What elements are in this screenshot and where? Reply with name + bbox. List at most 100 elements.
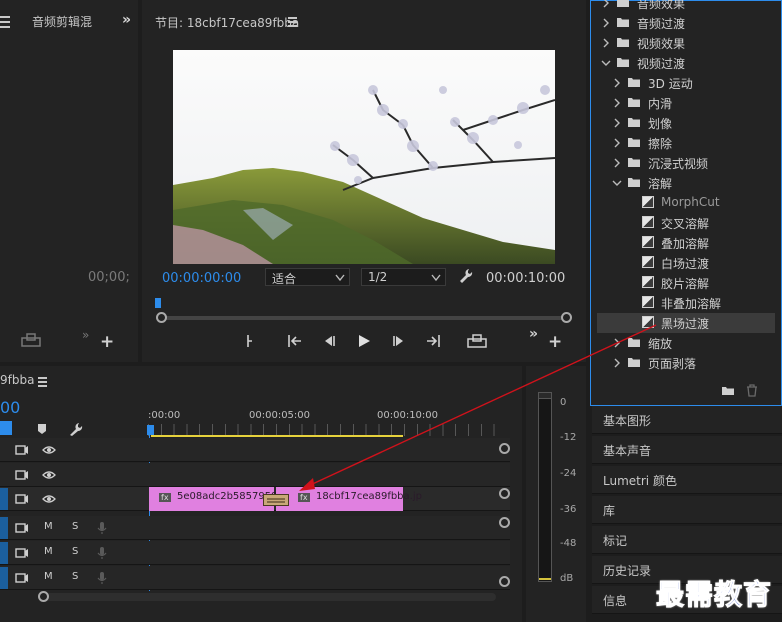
effects-folder[interactable]: 内滑 [591, 93, 775, 113]
chevron-down-icon[interactable] [601, 57, 611, 69]
zoom-bar[interactable] [160, 316, 568, 320]
effects-folder[interactable]: 音频过渡 [591, 13, 775, 33]
go-to-in-icon[interactable] [287, 334, 303, 351]
chevron-right-icon[interactable] [612, 337, 622, 349]
button-editor-icon[interactable]: » [529, 326, 538, 342]
mute-button[interactable]: M [44, 521, 53, 532]
panel-menu-icon[interactable] [38, 377, 47, 387]
effect-item[interactable]: 胶片溶解 [591, 273, 775, 293]
sync-lock-icon[interactable] [15, 572, 29, 584]
track-target-indicator[interactable] [0, 567, 8, 589]
solo-button[interactable]: S [72, 571, 78, 582]
chevron-right-icon[interactable] [612, 97, 622, 109]
effects-folder[interactable]: 沉浸式视频 [591, 153, 775, 173]
export-frame-icon[interactable] [466, 333, 488, 352]
program-current-timecode[interactable]: 00:00:00:00 [162, 271, 241, 286]
program-monitor-title[interactable]: 节目: 18cbf17cea89fbba [155, 14, 299, 31]
panel-libraries[interactable]: 库 [592, 496, 782, 524]
effect-item[interactable]: 非叠加溶解 [591, 293, 775, 313]
timeline-tab[interactable]: 9fbba [0, 373, 34, 387]
microphone-icon[interactable] [97, 521, 107, 535]
panel-menu-icon[interactable] [288, 17, 297, 27]
sync-lock-icon[interactable] [15, 522, 29, 534]
wrench-icon[interactable] [459, 268, 473, 287]
effects-folder[interactable]: 缩放 [591, 333, 775, 353]
effect-item[interactable]: 黑场过渡 [597, 313, 775, 333]
step-back-icon[interactable] [322, 335, 336, 350]
work-area-bar[interactable] [151, 435, 403, 437]
chevron-right-icon[interactable] [601, 17, 611, 29]
horizontal-scrollbar[interactable] [40, 593, 496, 601]
scroll-handle-left[interactable] [38, 591, 49, 602]
timeline-timecode[interactable]: 00 [0, 398, 20, 417]
add-marker-icon[interactable] [37, 423, 47, 438]
add-button-icon[interactable]: + [100, 332, 114, 352]
vertical-scroll-handle[interactable] [499, 576, 510, 587]
eye-icon[interactable] [42, 494, 56, 504]
timeline-playhead-head[interactable] [147, 425, 154, 435]
sync-lock-icon[interactable] [15, 469, 29, 481]
zoom-handle-right[interactable] [561, 312, 572, 323]
go-to-out-icon[interactable] [425, 334, 441, 351]
track-target-indicator[interactable] [0, 488, 8, 510]
video-clip[interactable]: fx 5e08adc2b5857959.j [149, 487, 283, 511]
effect-item[interactable]: 交叉溶解 [591, 213, 775, 233]
video-track[interactable] [0, 463, 510, 487]
zoom-handle-left[interactable] [156, 312, 167, 323]
chevron-right-icon[interactable] [612, 357, 622, 369]
chevron-right-icon[interactable] [612, 137, 622, 149]
transition-block[interactable] [263, 494, 289, 506]
button-editor-icon[interactable]: » [82, 328, 89, 342]
effect-item[interactable]: MorphCut [591, 193, 775, 213]
export-frame-icon[interactable] [20, 332, 42, 351]
chevron-down-icon[interactable] [612, 177, 622, 189]
delete-icon[interactable] [746, 384, 758, 400]
effects-folder[interactable]: 页面剥落 [591, 353, 775, 373]
sync-lock-icon[interactable] [15, 547, 29, 559]
tab-audio-clip-mixer[interactable]: 音频剪辑混 [32, 13, 92, 30]
vertical-scroll-handle[interactable] [499, 517, 510, 528]
solo-button[interactable]: S [72, 546, 78, 557]
timeline-settings-icon[interactable] [69, 422, 83, 439]
panel-overflow-icon[interactable]: » [122, 12, 131, 28]
panel-menu-icon[interactable] [0, 16, 10, 28]
mark-out-icon[interactable] [246, 334, 254, 351]
video-track[interactable] [0, 438, 510, 462]
microphone-icon[interactable] [97, 571, 107, 585]
sync-lock-icon[interactable] [15, 493, 29, 505]
effects-folder[interactable]: 划像 [591, 113, 775, 133]
effects-folder[interactable]: 视频过渡 [591, 53, 775, 73]
effects-folder[interactable]: 溶解 [591, 173, 775, 193]
effects-folder[interactable]: 视频效果 [591, 33, 775, 53]
playhead-marker[interactable] [155, 298, 161, 308]
chevron-right-icon[interactable] [612, 157, 622, 169]
panel-essential-sound[interactable]: 基本声音 [592, 436, 782, 464]
effect-item[interactable]: 白场过渡 [591, 253, 775, 273]
fit-select[interactable]: 适合 [265, 268, 350, 286]
panel-markers[interactable]: 标记 [592, 526, 782, 554]
new-folder-icon[interactable] [721, 385, 735, 399]
chevron-right-icon[interactable] [612, 77, 622, 89]
effects-folder[interactable]: 音频效果 [591, 0, 775, 13]
snap-icon[interactable] [0, 421, 12, 435]
sync-lock-icon[interactable] [15, 444, 29, 456]
video-preview[interactable] [173, 50, 555, 264]
panel-lumetri-color[interactable]: Lumetri 颜色 [592, 466, 782, 494]
effects-folder[interactable]: 擦除 [591, 133, 775, 153]
play-icon[interactable] [357, 334, 371, 351]
video-clip[interactable]: fx 18cbf17cea89fbba.jp [276, 487, 422, 511]
panel-essential-graphics[interactable]: 基本图形 [592, 406, 782, 434]
add-button-icon[interactable]: + [548, 332, 562, 352]
mute-button[interactable]: M [44, 571, 53, 582]
effects-folder[interactable]: 3D 运动 [591, 73, 775, 93]
vertical-scroll-handle[interactable] [499, 488, 510, 499]
chevron-right-icon[interactable] [612, 117, 622, 129]
eye-icon[interactable] [42, 445, 56, 455]
chevron-right-icon[interactable] [601, 37, 611, 49]
resolution-select[interactable]: 1/2 [361, 268, 446, 286]
mute-button[interactable]: M [44, 546, 53, 557]
track-target-indicator[interactable] [0, 517, 8, 539]
solo-button[interactable]: S [72, 521, 78, 532]
step-forward-icon[interactable] [392, 335, 406, 350]
track-target-indicator[interactable] [0, 542, 8, 564]
